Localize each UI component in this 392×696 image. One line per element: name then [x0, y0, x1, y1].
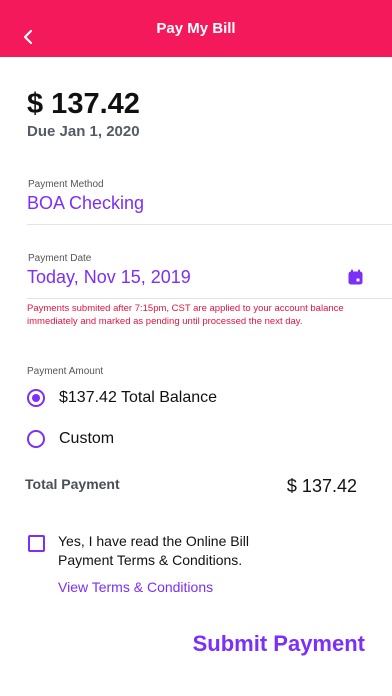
payment-amount-label: Payment Amount [27, 366, 104, 377]
payment-date-label: Payment Date [28, 253, 92, 264]
radio-label: $137.42 Total Balance [59, 389, 218, 406]
payment-method-label: Payment Method [28, 179, 104, 190]
app-header: Pay My Bill [0, 0, 392, 57]
submit-payment-button[interactable]: Submit Payment [193, 631, 365, 657]
due-date: Due Jan 1, 2020 [27, 123, 140, 140]
radio-custom[interactable]: Custom [27, 430, 114, 448]
payment-date-field[interactable]: Today, Nov 15, 2019 [27, 267, 191, 288]
total-payment-label: Total Payment [25, 476, 120, 492]
radio-unselected-icon [27, 430, 45, 448]
payment-cutoff-warning: Payments submited after 7:15pm, CST are … [27, 303, 344, 327]
payment-method-select[interactable]: BOA Checking [27, 193, 144, 214]
chevron-left-icon[interactable] [18, 26, 40, 48]
radio-selected-icon [27, 389, 45, 407]
calendar-icon[interactable] [347, 269, 364, 286]
divider [27, 298, 392, 299]
terms-checkbox[interactable] [28, 535, 45, 552]
total-payment-value: $ 137.42 [286, 476, 357, 496]
radio-total-balance[interactable]: $137.42 Total Balance [27, 389, 217, 407]
page-title: Pay My Bill [156, 20, 236, 37]
divider [27, 224, 392, 225]
terms-agreement-text: Yes, I have read the Online Bill Payment… [58, 533, 249, 568]
view-terms-link[interactable]: View Terms & Conditions [58, 579, 213, 595]
radio-label: Custom [59, 430, 115, 447]
bill-amount: $ 137.42 [27, 88, 140, 120]
